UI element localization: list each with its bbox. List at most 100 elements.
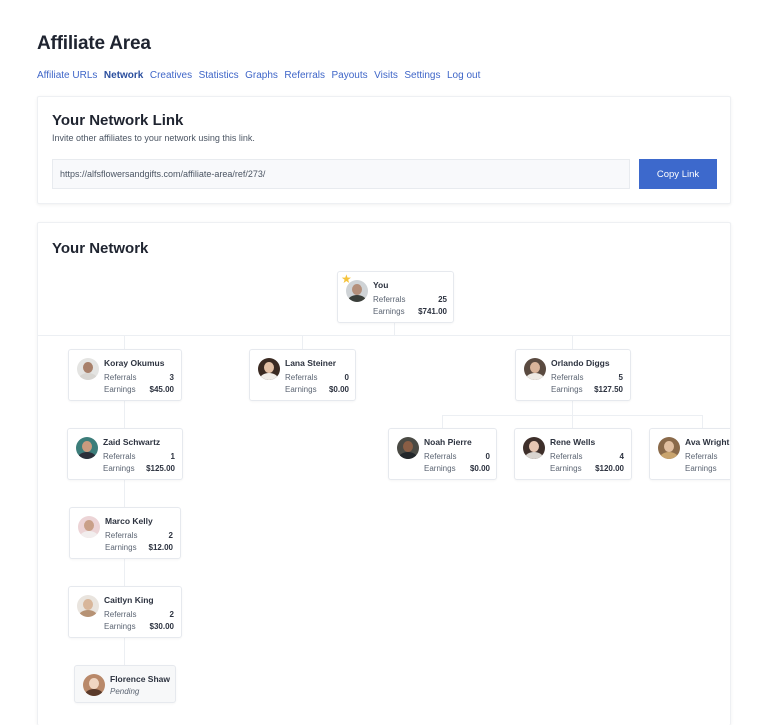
avatar	[78, 516, 100, 538]
avatar	[258, 358, 280, 380]
nav-network[interactable]: Network	[104, 70, 143, 81]
earnings-label: Earnings	[685, 464, 717, 473]
network-panel: Your Network ★ You Referrals 25 Earnings $…	[37, 222, 731, 725]
node-name: Noah Pierre	[424, 437, 472, 447]
referrals-value: 4	[619, 452, 624, 461]
referrals-value: 0	[344, 373, 349, 382]
referrals-value: 3	[169, 373, 174, 382]
copy-link-button[interactable]: Copy Link	[639, 159, 717, 189]
earnings-value: $45.00	[149, 385, 174, 394]
referrals-value: 5	[618, 373, 623, 382]
referrals-value: 1	[170, 452, 175, 461]
referrals-label: Referrals	[285, 373, 318, 382]
earnings-label: Earnings	[105, 543, 137, 552]
network-node-rene-wells[interactable]: Rene Wells Referrals 4 Earnings $120.00	[514, 428, 632, 480]
network-node-caitlyn-king[interactable]: Caitlyn King Referrals 2 Earnings $30.00	[68, 586, 182, 638]
network-node-noah-pierre[interactable]: Noah Pierre Referrals 0 Earnings $0.00	[388, 428, 497, 480]
referrals-label: Referrals	[105, 531, 138, 540]
star-icon: ★	[341, 272, 352, 286]
avatar	[77, 358, 99, 380]
earnings-label: Earnings	[550, 464, 582, 473]
earnings-label: Earnings	[424, 464, 456, 473]
connector-line	[572, 335, 573, 350]
connector-line	[124, 335, 125, 350]
node-name: Rene Wells	[550, 437, 596, 447]
pending-status: Pending	[110, 687, 140, 696]
network-title: Your Network	[52, 240, 149, 257]
earnings-value: $12.00	[148, 543, 173, 552]
referrals-label: Referrals	[104, 373, 137, 382]
earnings-label: Earnings	[373, 307, 405, 316]
earnings-label: Earnings	[551, 385, 583, 394]
network-node-orlando-diggs[interactable]: Orlando Diggs Referrals 5 Earnings $127.50	[515, 349, 631, 401]
node-name: Florence Shaw	[110, 674, 170, 684]
network-link-subtitle: Invite other affiliates to your network …	[52, 133, 255, 143]
avatar	[397, 437, 419, 459]
connector-line	[442, 415, 703, 416]
network-node-ava-wright[interactable]: Ava Wright Referrals Earnings$	[649, 428, 730, 480]
nav-log-out[interactable]: Log out	[447, 70, 480, 81]
referrals-label: Referrals	[685, 452, 718, 461]
nav-payouts[interactable]: Payouts	[332, 70, 368, 81]
node-name: Zaid Schwartz	[103, 437, 161, 447]
referrals-value: 2	[168, 531, 173, 540]
referrals-label: Referrals	[424, 452, 457, 461]
connector-line	[124, 401, 125, 429]
connector-line	[38, 335, 730, 336]
referrals-label: Referrals	[373, 295, 406, 304]
node-name: Orlando Diggs	[551, 358, 610, 368]
network-node-koray-okumus[interactable]: Koray Okumus Referrals 3 Earnings $45.00	[68, 349, 182, 401]
connector-line	[394, 322, 395, 336]
node-name: Ava Wright	[685, 437, 730, 447]
avatar	[76, 437, 98, 459]
nav-statistics[interactable]: Statistics	[199, 70, 239, 81]
network-link-url-input[interactable]	[52, 159, 630, 189]
nav-visits[interactable]: Visits	[374, 70, 398, 81]
node-name: You	[373, 280, 389, 290]
connector-line	[124, 638, 125, 666]
referrals-label: Referrals	[551, 373, 584, 382]
network-node-zaid-schwartz[interactable]: Zaid Schwartz Referrals 1 Earnings $125.00	[67, 428, 183, 480]
network-node-you[interactable]: ★ You Referrals 25 Earnings $741.00	[337, 271, 454, 323]
avatar	[524, 358, 546, 380]
avatar	[658, 437, 680, 459]
earnings-label: Earnings	[104, 385, 136, 394]
affiliate-nav: Affiliate URLs Network Creatives Statist…	[37, 70, 487, 81]
connector-line	[702, 415, 703, 429]
avatar	[77, 595, 99, 617]
node-name: Koray Okumus	[104, 358, 165, 368]
node-name: Caitlyn King	[104, 595, 154, 605]
referrals-label: Referrals	[103, 452, 136, 461]
connector-line	[302, 335, 303, 350]
connector-line	[124, 480, 125, 508]
earnings-value: $30.00	[149, 622, 174, 631]
connector-line	[442, 415, 443, 429]
nav-graphs[interactable]: Graphs	[245, 70, 278, 81]
earnings-label: Earnings	[285, 385, 317, 394]
earnings-value: $0.00	[328, 385, 349, 394]
node-name: Lana Steiner	[285, 358, 337, 368]
nav-settings[interactable]: Settings	[404, 70, 440, 81]
network-node-lana-steiner[interactable]: Lana Steiner Referrals 0 Earnings $0.00	[249, 349, 356, 401]
network-node-florence-shaw[interactable]: Florence Shaw Pending	[74, 665, 176, 703]
referrals-label: Referrals	[104, 610, 137, 619]
network-node-marco-kelly[interactable]: Marco Kelly Referrals 2 Earnings $12.00	[69, 507, 181, 559]
network-link-panel: Your Network Link Invite other affiliate…	[37, 96, 731, 204]
avatar	[83, 674, 105, 696]
earnings-label: Earnings	[104, 622, 136, 631]
referrals-value: 0	[485, 452, 490, 461]
earnings-value: $125.00	[146, 464, 175, 473]
nav-creatives[interactable]: Creatives	[150, 70, 192, 81]
nav-referrals[interactable]: Referrals	[284, 70, 325, 81]
earnings-value: $741.00	[418, 307, 447, 316]
earnings-value: $127.50	[594, 385, 623, 394]
nav-affiliate-urls[interactable]: Affiliate URLs	[37, 70, 97, 81]
avatar	[523, 437, 545, 459]
network-link-title: Your Network Link	[52, 112, 184, 129]
referrals-value: 25	[438, 295, 447, 304]
earnings-value: $120.00	[595, 464, 624, 473]
referrals-value: 2	[169, 610, 174, 619]
referrals-label: Referrals	[550, 452, 583, 461]
page-title: Affiliate Area	[37, 33, 151, 54]
earnings-value: $0.00	[469, 464, 490, 473]
